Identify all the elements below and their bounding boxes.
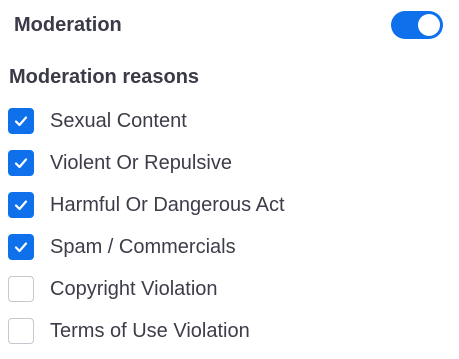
- checkmark-icon: [14, 242, 28, 253]
- reason-label: Sexual Content: [50, 109, 187, 132]
- reason-label: Spam / Commercials: [50, 235, 236, 258]
- checkmark-icon: [14, 158, 28, 169]
- moderation-toggle[interactable]: [391, 11, 443, 39]
- toggle-knob: [418, 14, 440, 36]
- reason-item-violent-or-repulsive[interactable]: Violent Or Repulsive: [8, 142, 285, 184]
- moderation-header: Moderation: [14, 8, 445, 42]
- reason-item-terms-of-use-violation[interactable]: Terms of Use Violation: [8, 310, 285, 352]
- checkbox[interactable]: [8, 318, 34, 344]
- reason-item-sexual-content[interactable]: Sexual Content: [8, 100, 285, 142]
- checkbox[interactable]: [8, 150, 34, 176]
- reason-label: Copyright Violation: [50, 277, 218, 300]
- reason-item-spam-commercials[interactable]: Spam / Commercials: [8, 226, 285, 268]
- reason-label: Harmful Or Dangerous Act: [50, 193, 285, 216]
- reason-item-harmful-or-dangerous-act[interactable]: Harmful Or Dangerous Act: [8, 184, 285, 226]
- moderation-title: Moderation: [14, 13, 122, 36]
- checkbox[interactable]: [8, 276, 34, 302]
- reason-item-copyright-violation[interactable]: Copyright Violation: [8, 268, 285, 310]
- moderation-reasons-list: Sexual Content Violent Or Repulsive Harm…: [8, 100, 285, 352]
- moderation-reasons-title: Moderation reasons: [9, 66, 200, 88]
- checkbox[interactable]: [8, 234, 34, 260]
- checkmark-icon: [14, 200, 28, 211]
- reason-label: Terms of Use Violation: [50, 319, 250, 342]
- checkmark-icon: [14, 116, 28, 127]
- checkbox[interactable]: [8, 192, 34, 218]
- checkbox[interactable]: [8, 108, 34, 134]
- reason-label: Violent Or Repulsive: [50, 151, 232, 174]
